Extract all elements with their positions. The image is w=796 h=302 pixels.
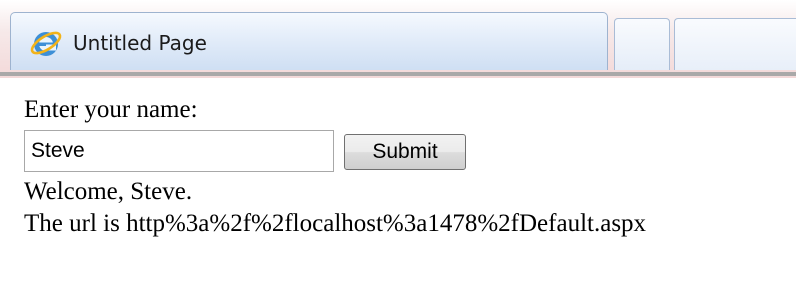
name-prompt-label: Enter your name: bbox=[24, 96, 198, 123]
chrome-divider bbox=[0, 72, 796, 76]
tab-strip-empty bbox=[674, 18, 796, 70]
internet-explorer-icon bbox=[29, 26, 63, 60]
new-tab-button[interactable] bbox=[614, 18, 670, 70]
name-input[interactable] bbox=[24, 130, 334, 172]
browser-tab-active[interactable]: Untitled Page bbox=[10, 12, 608, 70]
url-message: The url is http%3a%2f%2flocalhost%3a1478… bbox=[24, 210, 647, 237]
welcome-message: Welcome, Steve. bbox=[24, 178, 193, 205]
browser-chrome: Untitled Page bbox=[0, 0, 796, 78]
submit-button[interactable]: Submit bbox=[344, 134, 466, 170]
tab-title: Untitled Page bbox=[73, 31, 207, 55]
